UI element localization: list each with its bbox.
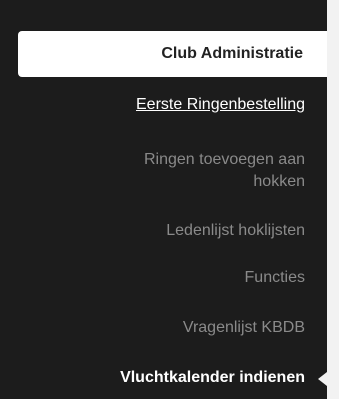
sidebar-item-eerste-ringenbestelling[interactable]: Eerste Ringenbestelling xyxy=(45,94,305,116)
sidebar-item-label: Vragenlijst KBDB xyxy=(182,319,305,336)
sidebar-header-club-administratie[interactable]: Club Administratie xyxy=(18,31,327,77)
sidebar: Club Administratie Eerste Ringenbestelli… xyxy=(0,0,327,399)
content-area-edge xyxy=(327,0,339,399)
sidebar-item-ledenlijst-hoklijsten[interactable]: Ledenlijst hoklijsten xyxy=(45,220,305,242)
sidebar-item-functies[interactable]: Functies xyxy=(45,267,305,289)
sidebar-item-label: Vluchtkalender indienen xyxy=(120,369,305,386)
sidebar-item-label-line2: hokken xyxy=(253,173,305,190)
sidebar-item-label: Functies xyxy=(244,269,305,286)
caret-left-icon xyxy=(318,372,327,386)
sidebar-header-label: Club Administratie xyxy=(161,45,303,62)
sidebar-item-vragenlijst-kbdb[interactable]: Vragenlijst KBDB xyxy=(45,317,305,339)
sidebar-item-label: Ledenlijst hoklijsten xyxy=(166,222,305,239)
sidebar-item-label-line1: Ringen toevoegen aan xyxy=(143,151,305,168)
sidebar-item-vluchtkalender-indienen[interactable]: Vluchtkalender indienen xyxy=(45,367,305,389)
sidebar-item-label: Eerste Ringenbestelling xyxy=(136,96,305,113)
sidebar-item-ringen-toevoegen[interactable]: Ringen toevoegen aan hokken xyxy=(45,149,305,193)
